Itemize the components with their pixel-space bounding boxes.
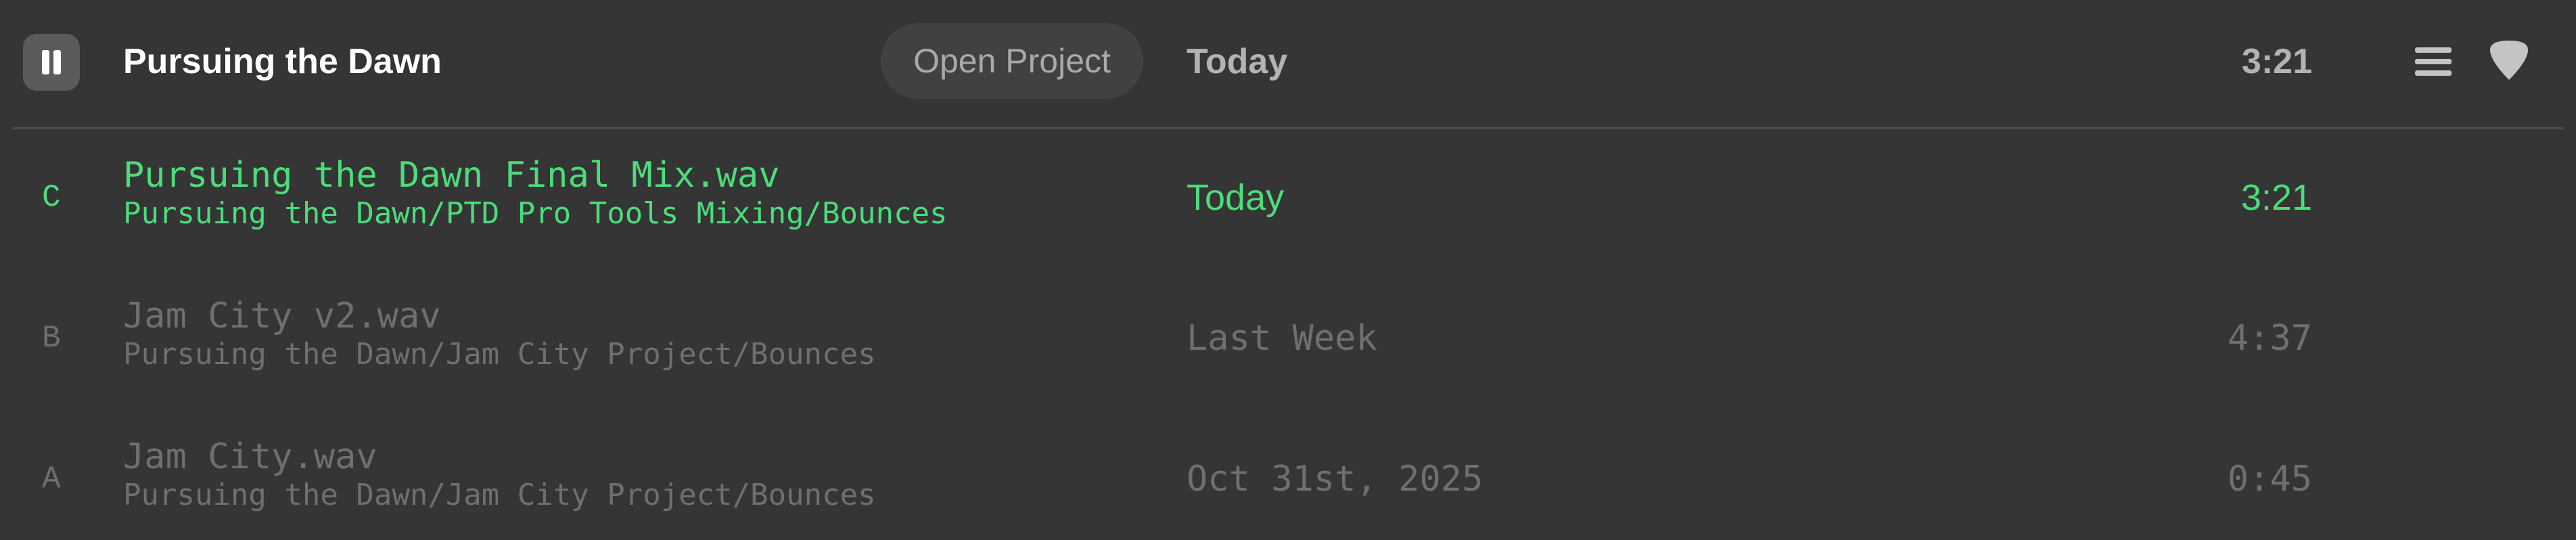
project-title: Pursuing the Dawn	[123, 42, 442, 81]
file-path: Pursuing the Dawn/Jam City Project/Bounc…	[123, 478, 876, 512]
pause-icon	[42, 50, 49, 74]
file-name: Pursuing the Dawn Final Mix.wav	[123, 155, 780, 196]
version-letter: A	[42, 462, 61, 497]
list-item[interactable]: A Jam City.wav Pursuing the Dawn/Jam City …	[0, 413, 2576, 540]
file-path: Pursuing the Dawn/Jam City Project/Bounc…	[123, 337, 876, 372]
file-name: Jam City v2.wav	[123, 296, 441, 336]
guitar-pick-icon[interactable]	[2487, 39, 2531, 81]
bounce-date: Last Week	[1187, 318, 1377, 359]
file-path: Pursuing the Dawn/PTD Pro Tools Mixing/B…	[123, 196, 948, 231]
pause-icon-bar	[53, 50, 61, 74]
header-duration: 3:21	[2241, 42, 2312, 81]
pause-button[interactable]	[23, 34, 80, 91]
list-icon-line	[2415, 70, 2452, 76]
header-date: Today	[1187, 42, 1288, 81]
header-bar: Pursuing the Dawn Open Project Today 3:2…	[0, 0, 2576, 127]
bounce-date: Today	[1187, 177, 1285, 218]
file-name: Jam City.wav	[123, 436, 377, 477]
list-icon[interactable]	[2415, 47, 2452, 76]
list-icon-line	[2415, 59, 2452, 64]
bounce-date: Oct 31st, 2025	[1187, 459, 1484, 499]
list-item[interactable]: B Jam City v2.wav Pursuing the Dawn/Jam Ci…	[0, 272, 2576, 413]
list-item[interactable]: C Pursuing the Dawn Final Mix.wav Pursuing…	[0, 131, 2576, 272]
app-window: Pursuing the Dawn Open Project Today 3:2…	[0, 0, 2576, 540]
header-divider	[12, 127, 2564, 129]
version-letter: C	[42, 180, 61, 215]
bounce-duration: 4:37	[2227, 318, 2312, 359]
open-project-button[interactable]: Open Project	[881, 23, 1143, 99]
bounce-duration: 3:21	[2240, 177, 2312, 218]
list-icon-line	[2415, 47, 2452, 53]
version-letter: B	[42, 321, 61, 356]
bounce-duration: 0:45	[2227, 459, 2312, 499]
